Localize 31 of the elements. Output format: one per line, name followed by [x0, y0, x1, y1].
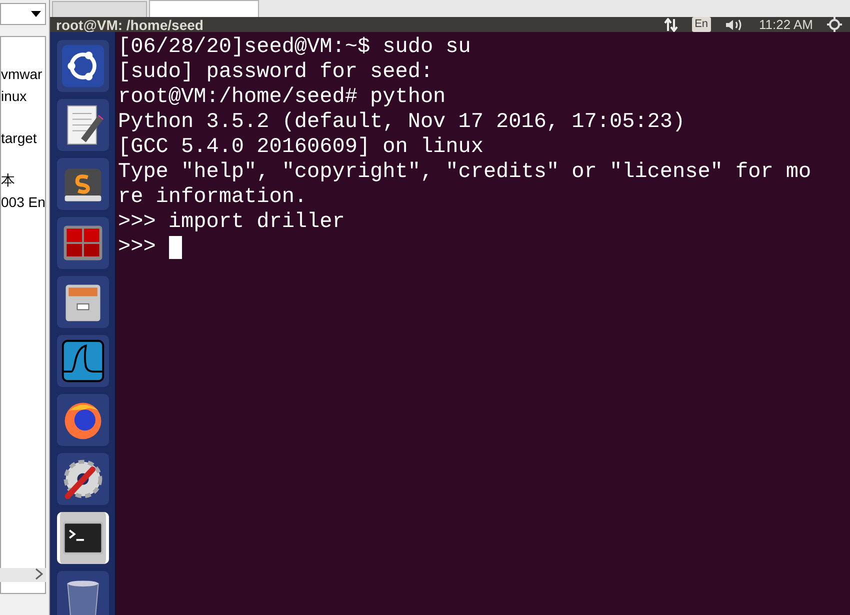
terminal-line: Type "help", "copyright", "credits" or "license" for mo — [118, 160, 812, 185]
launcher-item[interactable] — [56, 276, 108, 328]
prompt: >>> — [118, 235, 156, 260]
launcher-item[interactable] — [56, 394, 108, 446]
keyboard-layout[interactable]: En — [692, 17, 712, 32]
terminal-line: root@VM:/home/seed# python — [118, 85, 447, 110]
launcher-item[interactable] — [56, 512, 108, 564]
launcher-item[interactable] — [56, 40, 108, 92]
ubuntu-icon — [60, 43, 106, 89]
terminal-line: [06/28/20]seed@VM:~$ sudo su — [118, 35, 472, 60]
list-item[interactable]: vmwar — [1, 64, 45, 84]
terminal-line: >>> import driller — [118, 210, 346, 235]
terminal-line: re information. — [118, 185, 308, 210]
fin-icon — [60, 338, 106, 384]
terminal-line: Python 3.5.2 (default, Nov 17 2016, 17:05:23) — [118, 110, 686, 135]
caret-icon — [31, 11, 41, 17]
chevron-right-icon — [35, 568, 43, 580]
launcher-item[interactable] — [56, 99, 108, 151]
list-item[interactable]: inux — [1, 86, 45, 106]
terminal-line: [sudo] password for seed: — [118, 60, 434, 85]
window-title: root@VM: /home/seed — [56, 18, 204, 32]
list-item[interactable]: 本 — [1, 170, 45, 190]
dropdown[interactable] — [0, 3, 46, 25]
list-item[interactable]: 003 En — [1, 192, 45, 212]
launcher-item[interactable] — [56, 158, 108, 210]
list-item[interactable]: target — [1, 128, 45, 148]
terminal-line: [GCC 5.4.0 20160609] on linux — [118, 135, 484, 160]
cursor — [168, 236, 182, 259]
launcher-item[interactable] — [56, 571, 108, 615]
clock[interactable]: 11:22 AM — [759, 18, 813, 31]
launcher-item[interactable] — [56, 453, 108, 505]
